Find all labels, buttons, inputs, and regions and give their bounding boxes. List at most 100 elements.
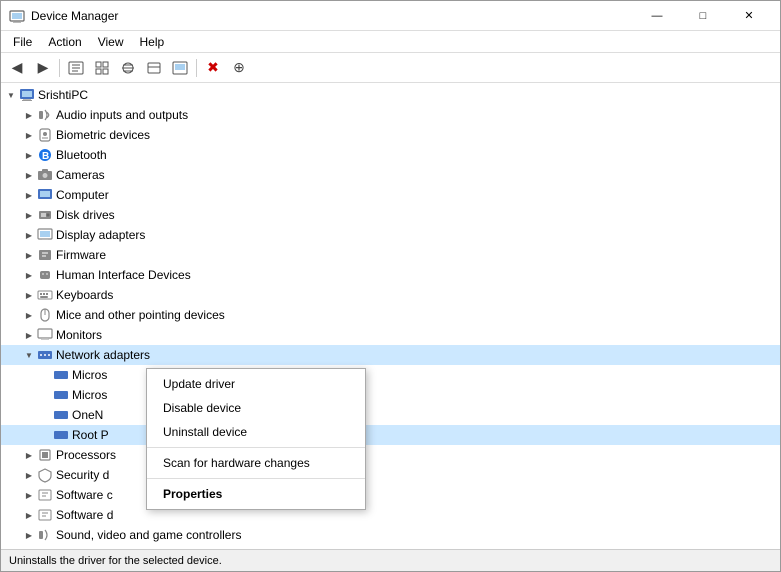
computer-icon	[19, 87, 35, 103]
context-menu-scan-hardware[interactable]: Scan for hardware changes	[147, 451, 365, 475]
context-menu-separator-2	[147, 478, 365, 479]
toolbar-btn-4[interactable]	[90, 57, 114, 79]
item-label: Audio inputs and outputs	[56, 108, 188, 122]
expander[interactable]: ▶	[21, 447, 37, 463]
network-card-icon	[53, 367, 69, 383]
toolbar-btn-5[interactable]	[116, 57, 140, 79]
expander[interactable]: ▶	[21, 227, 37, 243]
menu-action[interactable]: Action	[40, 33, 89, 51]
camera-icon	[37, 167, 53, 183]
item-label: Computer	[56, 188, 109, 202]
security-icon	[37, 467, 53, 483]
item-label: Monitors	[56, 328, 102, 342]
expander[interactable]: ▶	[21, 147, 37, 163]
expander[interactable]: ▶	[21, 487, 37, 503]
list-item[interactable]: ▶ Software d	[1, 505, 780, 525]
list-item[interactable]: ▶ Biometric devices	[1, 125, 780, 145]
storage-icon	[37, 547, 53, 549]
list-item[interactable]: ▼ Network adapters	[1, 345, 780, 365]
list-item[interactable]: ▶ Firmware	[1, 245, 780, 265]
item-label: Disk drives	[56, 208, 115, 222]
list-item[interactable]: ▶ Micros	[1, 385, 780, 405]
item-label: Software d	[56, 508, 113, 522]
expander[interactable]: ▶	[21, 167, 37, 183]
context-menu-properties[interactable]: Properties	[147, 482, 365, 506]
tree-view[interactable]: ▼ SrishtiPC ▶ Audio inputs and outputs ▶…	[1, 83, 780, 549]
item-label: Display adapters	[56, 228, 145, 242]
forward-button[interactable]: ▶	[31, 57, 55, 79]
expander[interactable]: ▶	[21, 287, 37, 303]
list-item[interactable]: ▶ Software c	[1, 485, 780, 505]
list-item[interactable]: ▶ Display adapters	[1, 225, 780, 245]
expander[interactable]: ▶	[21, 527, 37, 543]
context-menu-separator-1	[147, 447, 365, 448]
expander[interactable]: ▶	[21, 267, 37, 283]
expander[interactable]: ▶	[21, 507, 37, 523]
list-item[interactable]: ▶ Processors	[1, 445, 780, 465]
toolbar-btn-6[interactable]	[142, 57, 166, 79]
close-button[interactable]: ✕	[726, 1, 772, 31]
expander: ▶	[37, 367, 53, 383]
list-item[interactable]: ▶ Human Interface Devices	[1, 265, 780, 285]
content-area: ▼ SrishtiPC ▶ Audio inputs and outputs ▶…	[1, 83, 780, 549]
context-menu-disable-device[interactable]: Disable device	[147, 396, 365, 420]
list-item[interactable]: ▶ Keyboards	[1, 285, 780, 305]
minimize-button[interactable]: —	[634, 1, 680, 31]
list-item[interactable]: ▶ Root P	[1, 425, 780, 445]
list-item[interactable]: ▶ OneN	[1, 405, 780, 425]
list-item[interactable]: ▶ Storage controllers	[1, 545, 780, 549]
expander[interactable]: ▼	[21, 347, 37, 363]
list-item[interactable]: ▶ Computer	[1, 185, 780, 205]
menu-view[interactable]: View	[90, 33, 132, 51]
expander[interactable]: ▶	[21, 307, 37, 323]
list-item[interactable]: ▶ Monitors	[1, 325, 780, 345]
toolbar-btn-3[interactable]	[64, 57, 88, 79]
network-icon	[37, 347, 53, 363]
display-icon	[37, 227, 53, 243]
menu-file[interactable]: File	[5, 33, 40, 51]
tree-root[interactable]: ▼ SrishtiPC	[1, 85, 780, 105]
status-bar: Uninstalls the driver for the selected d…	[1, 549, 780, 571]
network-card-icon	[53, 387, 69, 403]
software-icon	[37, 487, 53, 503]
firmware-icon	[37, 247, 53, 263]
expander[interactable]: ▶	[21, 107, 37, 123]
context-menu-update-driver[interactable]: Update driver	[147, 372, 365, 396]
expander[interactable]: ▶	[21, 127, 37, 143]
network-card-icon	[53, 427, 69, 443]
item-label: Network adapters	[56, 348, 150, 362]
title-bar: Device Manager — □ ✕	[1, 1, 780, 31]
maximize-button[interactable]: □	[680, 1, 726, 31]
expander[interactable]: ▶	[21, 327, 37, 343]
software2-icon	[37, 507, 53, 523]
list-item[interactable]: ▶ B Bluetooth	[1, 145, 780, 165]
expander[interactable]: ▶	[21, 207, 37, 223]
biometric-icon	[37, 127, 53, 143]
window-controls: — □ ✕	[634, 1, 772, 31]
item-label: Micros	[72, 388, 107, 402]
expander[interactable]: ▶	[21, 467, 37, 483]
list-item[interactable]: ▶ Sound, video and game controllers	[1, 525, 780, 545]
status-text: Uninstalls the driver for the selected d…	[9, 555, 222, 567]
sound-icon	[37, 527, 53, 543]
bluetooth-icon: B	[37, 147, 53, 163]
menu-help[interactable]: Help	[132, 33, 173, 51]
expander[interactable]: ▶	[21, 247, 37, 263]
network-card-icon	[53, 407, 69, 423]
list-item[interactable]: ▶ Audio inputs and outputs	[1, 105, 780, 125]
context-menu-uninstall-device[interactable]: Uninstall device	[147, 420, 365, 444]
toolbar-btn-7[interactable]	[168, 57, 192, 79]
list-item[interactable]: ▶ Mice and other pointing devices	[1, 305, 780, 325]
list-item[interactable]: ▶ Security d	[1, 465, 780, 485]
back-button[interactable]: ◀	[5, 57, 29, 79]
toolbar-btn-delete[interactable]: ✖	[201, 57, 225, 79]
expander[interactable]: ▶	[21, 547, 37, 549]
toolbar-btn-refresh[interactable]: ⊕	[227, 57, 251, 79]
hid-icon	[37, 267, 53, 283]
root-expander[interactable]: ▼	[3, 87, 19, 103]
list-item[interactable]: ▶ Cameras	[1, 165, 780, 185]
list-item[interactable]: ▶ Disk drives	[1, 205, 780, 225]
keyboard-icon	[37, 287, 53, 303]
list-item[interactable]: ▶ Micros	[1, 365, 780, 385]
expander[interactable]: ▶	[21, 187, 37, 203]
